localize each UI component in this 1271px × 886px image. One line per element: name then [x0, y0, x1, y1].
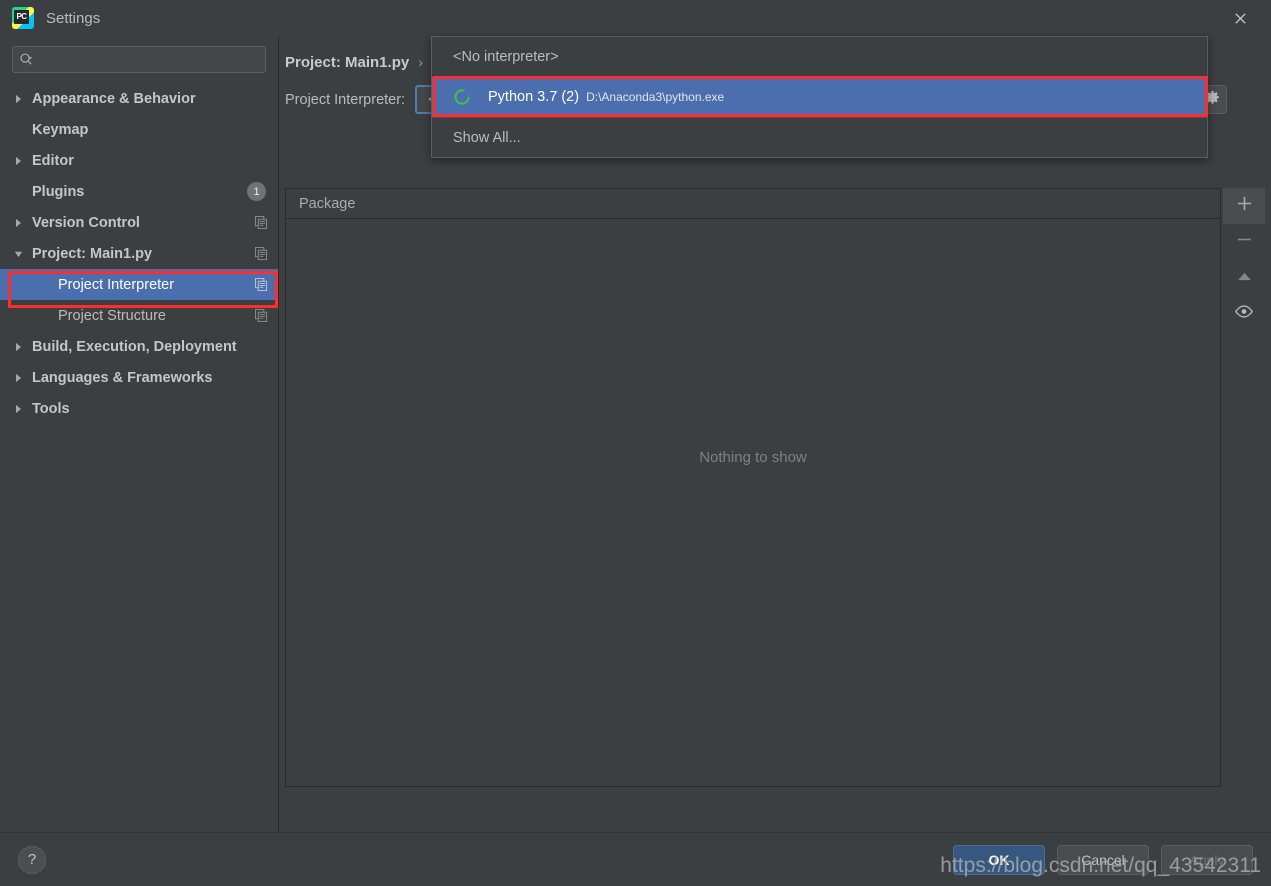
show-early-releases-button[interactable] — [1223, 296, 1265, 332]
chevron-right-icon[interactable] — [14, 156, 32, 166]
pycharm-logo-icon — [12, 7, 34, 29]
sidebar-item-label: Project: Main1.py — [32, 245, 153, 262]
copy-icon — [255, 309, 268, 322]
ok-button[interactable]: OK — [953, 844, 1045, 875]
chevron-right-icon[interactable] — [14, 373, 32, 383]
settings-sidebar: Appearance & Behavior Keymap Editor Plug… — [0, 36, 279, 832]
search-input[interactable] — [34, 51, 259, 68]
search-icon — [19, 52, 34, 67]
chevron-right-icon[interactable] — [14, 342, 32, 352]
dropdown-item-label: Show All... — [453, 129, 521, 146]
packages-table: Package Nothing to show — [285, 188, 1221, 787]
dropdown-item-python37[interactable]: Python 3.7 (2) D:\Anaconda3\python.exe — [432, 77, 1207, 117]
cancel-button[interactable]: Cancel — [1057, 844, 1149, 875]
window-title: Settings — [46, 9, 101, 27]
settings-dialog: Settings — [0, 0, 1271, 886]
upgrade-icon — [1236, 269, 1253, 287]
sidebar-item-editor[interactable]: Editor — [0, 145, 278, 176]
chevron-down-icon[interactable] — [14, 249, 32, 259]
sidebar-item-label: Project Interpreter — [58, 276, 175, 293]
conda-python-icon — [453, 88, 471, 106]
sidebar-item-plugins[interactable]: Plugins 1 — [0, 176, 278, 207]
sidebar-item-label: Plugins — [32, 183, 85, 200]
sidebar-item-keymap[interactable]: Keymap — [0, 114, 278, 145]
sidebar-item-languages-frameworks[interactable]: Languages & Frameworks — [0, 362, 278, 393]
minus-icon — [1236, 231, 1253, 253]
dropdown-item-path: D:\Anaconda3\python.exe — [586, 90, 725, 104]
sidebar-item-tools[interactable]: Tools — [0, 393, 278, 424]
chevron-right-icon[interactable] — [14, 218, 32, 228]
interpreter-label: Project Interpreter: — [285, 91, 406, 108]
dialog-body: Appearance & Behavior Keymap Editor Plug… — [0, 36, 1271, 832]
plus-icon — [1236, 195, 1253, 217]
sidebar-item-appearance-behavior[interactable]: Appearance & Behavior — [0, 83, 278, 114]
remove-package-button[interactable] — [1223, 224, 1265, 260]
upgrade-package-button[interactable] — [1223, 260, 1265, 296]
search-wrapper — [0, 46, 278, 81]
sidebar-item-label: Version Control — [32, 214, 140, 231]
apply-button[interactable]: Apply — [1161, 844, 1253, 875]
content-pane: Project: Main1.py › Project Interpreter … — [279, 36, 1271, 832]
interpreter-dropdown-list: <No interpreter> Python 3.7 (2) D:\Anaco… — [431, 36, 1208, 158]
sidebar-item-label: Keymap — [32, 121, 89, 138]
dropdown-item-label: Python 3.7 (2) — [488, 89, 580, 105]
sidebar-item-label: Languages & Frameworks — [32, 369, 213, 386]
dropdown-item-show-all[interactable]: Show All... — [432, 117, 1207, 157]
sidebar-item-label: Appearance & Behavior — [32, 90, 196, 107]
add-package-button[interactable] — [1223, 188, 1265, 224]
dropdown-item-no-interpreter[interactable]: <No interpreter> — [432, 37, 1207, 77]
close-icon[interactable] — [1227, 5, 1253, 31]
settings-tree: Appearance & Behavior Keymap Editor Plug… — [0, 81, 278, 424]
plugins-update-badge: 1 — [247, 182, 266, 201]
eye-icon — [1235, 305, 1253, 323]
sidebar-item-version-control[interactable]: Version Control — [0, 207, 278, 238]
copy-icon — [255, 216, 268, 229]
packages-empty-message: Nothing to show — [699, 449, 807, 466]
sidebar-item-label: Build, Execution, Deployment — [32, 338, 237, 355]
sidebar-item-label: Project Structure — [58, 307, 166, 324]
dropdown-item-label: <No interpreter> — [453, 49, 559, 65]
sidebar-item-build-execution-deployment[interactable]: Build, Execution, Deployment — [0, 331, 278, 362]
breadcrumb-project[interactable]: Project: Main1.py — [285, 54, 409, 71]
title-bar: Settings — [0, 0, 1271, 36]
copy-icon — [255, 278, 268, 291]
help-button[interactable]: ? — [18, 845, 46, 874]
sidebar-item-label: Tools — [32, 400, 70, 417]
sidebar-item-label: Editor — [32, 152, 74, 169]
chevron-right-icon[interactable] — [14, 94, 32, 104]
dialog-footer: ? OK Cancel Apply — [0, 832, 1271, 886]
breadcrumb-separator: › — [418, 54, 423, 70]
sidebar-item-project-structure[interactable]: Project Structure — [0, 300, 278, 331]
search-box[interactable] — [12, 46, 266, 73]
chevron-right-icon[interactable] — [14, 404, 32, 414]
sidebar-item-project-main1[interactable]: Project: Main1.py — [0, 238, 278, 269]
sidebar-item-project-interpreter[interactable]: Project Interpreter — [0, 269, 278, 300]
copy-icon — [255, 247, 268, 260]
packages-toolbar — [1223, 188, 1265, 332]
